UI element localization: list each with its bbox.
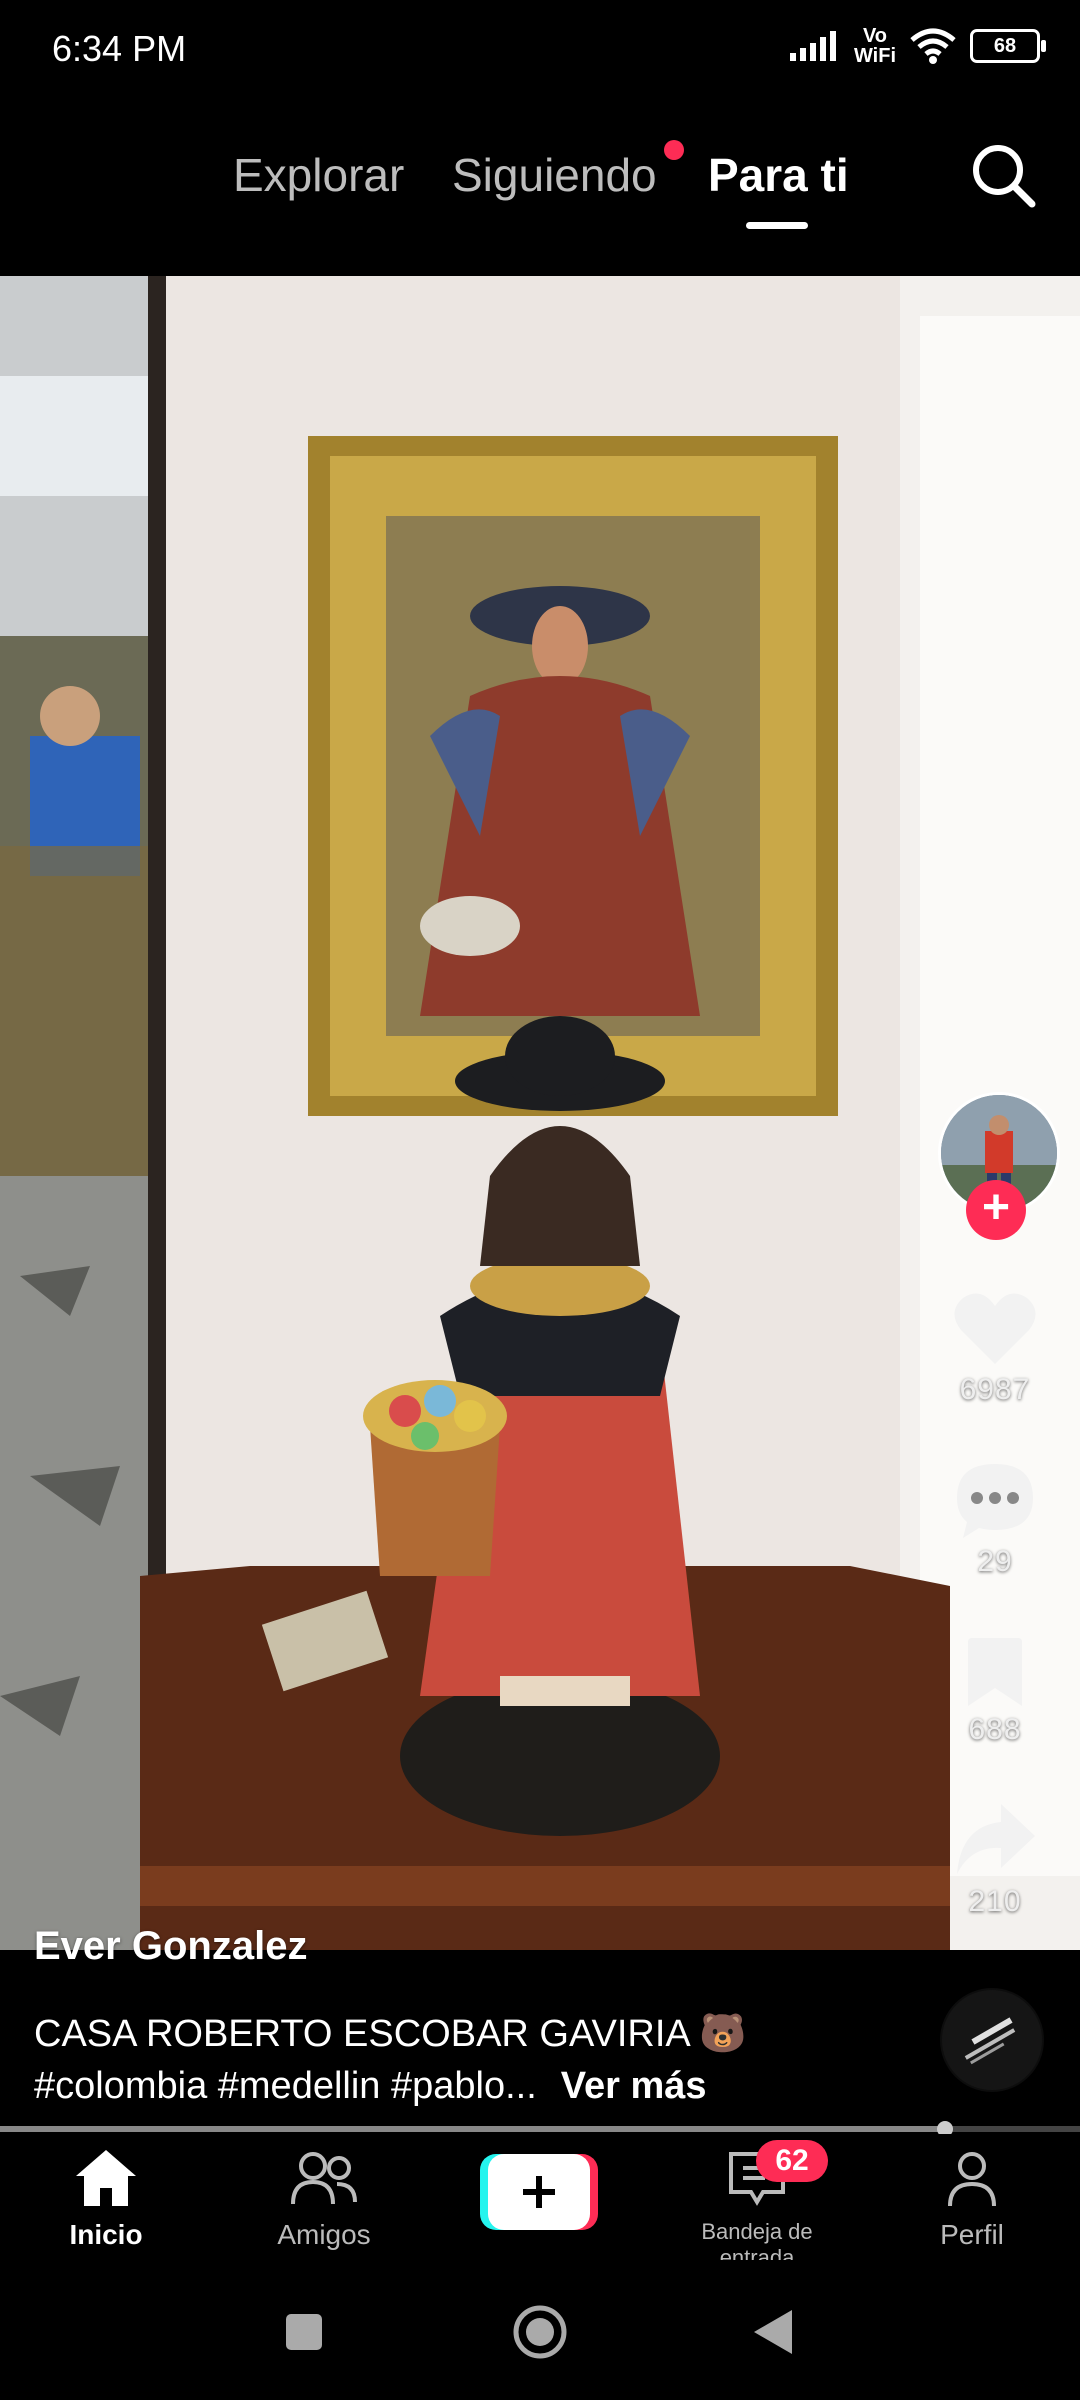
description-line-2: #colombia #medellin #pablo... (34, 2065, 537, 2107)
share-button[interactable]: 210 (940, 1800, 1050, 1919)
tab-explorar[interactable]: Explorar (233, 148, 404, 202)
music-disc[interactable] (940, 1988, 1044, 2092)
profile-icon (948, 2152, 996, 2207)
create-plus-icon (480, 2154, 598, 2230)
see-more-link[interactable]: Ver más (561, 2065, 707, 2107)
active-tab-indicator (746, 222, 808, 229)
status-bar: 6:34 PM Vo WiFi 68 (0, 0, 1080, 100)
post-caption: Ever Gonzalez (34, 1924, 934, 1969)
video-player[interactable] (0, 276, 1080, 1950)
nav-perfil[interactable]: Perfil (882, 2148, 1062, 2251)
save-button[interactable]: 688 (940, 1636, 1050, 1747)
nav-perfil-label: Perfil (940, 2219, 1004, 2250)
friends-icon (291, 2152, 357, 2205)
signal-icon (789, 31, 836, 61)
tab-para-ti[interactable]: Para ti (708, 148, 849, 202)
inbox-badge: 62 (756, 2140, 828, 2182)
progress-fill (0, 2126, 945, 2132)
battery-icon: 68 (970, 29, 1046, 63)
status-time: 6:34 PM (52, 28, 187, 69)
comment-icon (957, 1464, 1033, 1538)
nav-inicio-label: Inicio (69, 2219, 143, 2250)
recents-icon[interactable] (284, 2312, 324, 2352)
tab-siguiendo[interactable]: Siguiendo (452, 148, 657, 202)
like-count: 6987 (959, 1373, 1031, 1406)
follow-button[interactable]: + (966, 1180, 1026, 1240)
save-count: 688 (968, 1713, 1022, 1746)
video-frame (0, 276, 1080, 1950)
author-name[interactable]: Ever Gonzalez (34, 1924, 934, 1969)
nav-amigos[interactable]: Amigos (234, 2148, 414, 2251)
share-count: 210 (968, 1885, 1022, 1918)
system-nav-bar (0, 2260, 1080, 2400)
nav-inicio[interactable]: Inicio (16, 2148, 196, 2251)
description-line-1: CASA ROBERTO ESCOBAR GAVIRIA 🐻 (34, 2013, 747, 2055)
new-content-dot (664, 140, 684, 160)
comment-count: 29 (977, 1545, 1013, 1578)
nav-amigos-label: Amigos (277, 2219, 371, 2250)
status-icons: Vo WiFi 68 (789, 25, 1046, 67)
vowifi-icon: Vo WiFi (853, 25, 896, 67)
bookmark-icon (968, 1638, 1022, 1706)
home-icon (76, 2150, 136, 2206)
bottom-nav: Inicio Amigos Bandeja de entrada Perfil (0, 2134, 1080, 2270)
home-circle-icon[interactable] (512, 2304, 568, 2360)
create-button[interactable] (480, 2154, 598, 2230)
like-button[interactable]: 6987 (940, 1290, 1050, 1407)
post-description[interactable]: CASA ROBERTO ESCOBAR GAVIRIA 🐻 #colombia… (34, 2008, 914, 2112)
share-arrow-icon (957, 1804, 1035, 1874)
music-disc-icon (942, 1990, 1042, 2090)
comment-button[interactable]: 29 (940, 1460, 1050, 1579)
back-icon[interactable] (752, 2308, 794, 2356)
video-progress[interactable] (0, 2121, 1080, 2137)
search-icon[interactable] (968, 140, 1038, 210)
heart-icon (954, 1293, 1036, 1364)
wifi-icon (910, 28, 956, 64)
